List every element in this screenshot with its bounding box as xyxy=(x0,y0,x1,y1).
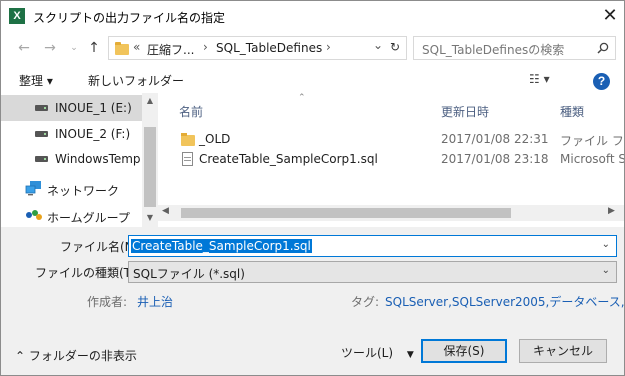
breadcrumb-item-current[interactable]: SQL_TableDefines xyxy=(216,41,322,55)
tags-label: タグ: xyxy=(351,295,380,309)
filetype-select[interactable]: SQLファイル (*.sql) ⌄ xyxy=(128,261,617,283)
sql-file-icon xyxy=(182,152,193,166)
file-row[interactable]: _OLD 2017/01/08 22:31 ファイル フォルダー xyxy=(173,129,624,151)
nav-item-network[interactable]: ネットワーク xyxy=(1,176,142,202)
search-input[interactable]: SQL_TableDefinesの検索 xyxy=(422,41,564,58)
search-box[interactable]: SQL_TableDefinesの検索 xyxy=(413,36,616,60)
save-options-panel: ファイル名(N): CreateTable_SampleCorp1.sql ⌄ … xyxy=(1,227,624,375)
folder-icon xyxy=(181,133,195,146)
nav-item-label: ネットワーク xyxy=(47,184,120,198)
title-bar: X スクリプトの出力ファイル名の指定 ✕ xyxy=(1,1,624,31)
horizontal-scrollbar-thumb[interactable] xyxy=(181,208,511,218)
nav-item-label: INOUE_2 (F:) xyxy=(55,127,131,141)
nav-item-label: INOUE_1 (E:) xyxy=(55,101,132,115)
file-date: 2017/01/08 23:18 xyxy=(441,152,549,166)
forward-arrow-icon[interactable]: → xyxy=(41,39,59,57)
filename-input[interactable]: CreateTable_SampleCorp1.sql xyxy=(131,239,312,253)
scroll-up-icon[interactable]: ▲ xyxy=(142,96,158,105)
nav-item-inoue1-drive[interactable]: INOUE_1 (E:) xyxy=(1,95,142,121)
nav-item-windowstemp-drive[interactable]: WindowsTemp ( xyxy=(1,146,149,172)
network-icon xyxy=(25,181,41,196)
chevron-down-icon[interactable]: ⌄ xyxy=(602,265,610,276)
drive-icon xyxy=(35,156,48,162)
file-name: _OLD xyxy=(199,132,231,146)
dropdown-arrow-icon: ▼ xyxy=(406,350,414,360)
organize-menu[interactable]: 整理 ▾ xyxy=(19,72,53,89)
filetype-label: ファイルの種類(T): xyxy=(35,266,140,280)
nav-item-inoue2-drive[interactable]: INOUE_2 (F:) xyxy=(1,121,142,147)
cancel-button[interactable]: キャンセル xyxy=(519,339,607,363)
column-header-date[interactable]: 更新日時 xyxy=(441,103,489,120)
filetype-value: SQLファイル (*.sql) xyxy=(133,267,245,281)
breadcrumb-separator[interactable]: › xyxy=(326,40,331,54)
address-bar[interactable]: « 圧縮フ... › SQL_TableDefines › ⌄ ↻ xyxy=(108,36,407,60)
breadcrumb-separator[interactable]: › xyxy=(203,40,208,54)
help-icon[interactable]: ? xyxy=(593,73,610,90)
window-title: スクリプトの出力ファイル名の指定 xyxy=(33,11,226,25)
nav-scrollbar-thumb[interactable] xyxy=(144,127,156,207)
up-arrow-icon[interactable]: ↑ xyxy=(85,39,103,57)
filename-field[interactable]: CreateTable_SampleCorp1.sql ⌄ xyxy=(128,235,617,257)
chevron-down-icon[interactable]: ⌄ xyxy=(602,239,610,250)
refresh-icon[interactable]: ↻ xyxy=(390,40,400,54)
drive-icon xyxy=(35,131,48,137)
chevron-up-icon: ⌃ xyxy=(15,349,26,363)
file-row[interactable]: CreateTable_SampleCorp1.sql 2017/01/08 2… xyxy=(173,149,624,171)
save-button[interactable]: 保存(S) xyxy=(421,339,507,363)
scroll-right-icon[interactable]: ▶ xyxy=(608,206,615,216)
tools-label: ツール(L) xyxy=(341,346,394,360)
nav-item-label: ホームグループ xyxy=(47,211,130,225)
close-icon[interactable]: ✕ xyxy=(597,3,623,29)
file-type: Microsoft SQL xyxy=(560,152,624,166)
file-type: ファイル フォルダー xyxy=(560,134,624,148)
column-header-type[interactable]: 種類 xyxy=(560,103,584,120)
hide-folders-toggle[interactable]: ⌃ フォルダーの非表示 xyxy=(15,347,137,364)
breadcrumb-overflow[interactable]: « xyxy=(133,40,140,54)
excel-app-icon: X xyxy=(9,8,25,24)
hide-folders-label: フォルダーの非表示 xyxy=(28,349,137,363)
sort-ascending-icon: ⌃ xyxy=(298,93,306,103)
back-arrow-icon[interactable]: ← xyxy=(15,39,33,57)
save-file-dialog: X スクリプトの出力ファイル名の指定 ✕ ← → ⌄ ↑ « 圧縮フ... › … xyxy=(0,0,625,376)
scroll-down-icon[interactable]: ▼ xyxy=(142,213,158,222)
tags-value[interactable]: SQLServer,SQLServer2005,データベース,テーブ... xyxy=(385,293,624,310)
new-folder-button[interactable]: 新しいフォルダー xyxy=(88,72,184,89)
search-icon[interactable] xyxy=(597,42,609,54)
homegroup-icon xyxy=(26,210,42,220)
nav-item-label: WindowsTemp ( xyxy=(55,152,150,166)
drive-icon xyxy=(35,105,48,111)
scroll-left-icon[interactable]: ◀ xyxy=(162,206,169,216)
view-options-icon[interactable]: ☷ ▾ xyxy=(529,72,550,86)
recent-locations-chevron-icon[interactable]: ⌄ xyxy=(65,39,83,57)
breadcrumb-item[interactable]: 圧縮フ... xyxy=(147,41,194,58)
address-dropdown-icon[interactable]: ⌄ xyxy=(373,38,383,52)
column-header-name[interactable]: 名前 xyxy=(179,103,203,120)
author-value[interactable]: 井上治 xyxy=(137,293,173,310)
tools-menu[interactable]: ツール(L) ▼ xyxy=(341,344,414,361)
navigation-pane: INOUE_1 (E:) INOUE_2 (F:) WindowsTemp ( … xyxy=(1,93,158,227)
file-date: 2017/01/08 22:31 xyxy=(441,132,549,146)
file-name: CreateTable_SampleCorp1.sql xyxy=(199,152,378,166)
folder-icon xyxy=(115,42,129,55)
nav-item-homegroup[interactable]: ホームグループ xyxy=(1,203,142,229)
author-label: 作成者: xyxy=(87,295,128,309)
